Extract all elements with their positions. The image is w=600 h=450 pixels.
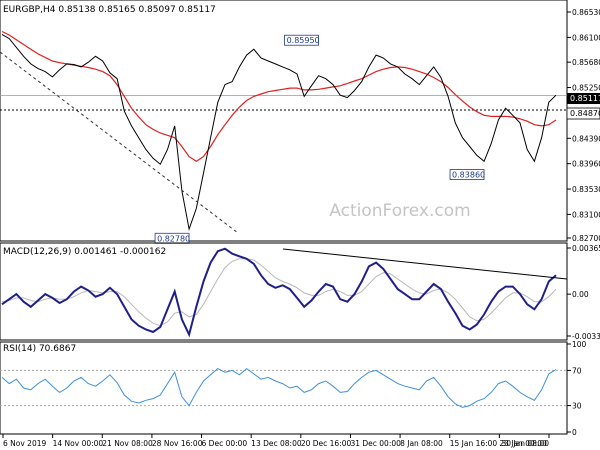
time-axis-tick-label: 8 Jan 08:00 [400,439,443,448]
price-axis-tick-label: 0.86530 [572,8,600,17]
time-axis-tick-label: 14 Nov 00:00 [53,439,104,448]
price-axis-tick-label: 0.83100 [572,210,600,219]
macd-axis-tick-label: 0.00 [572,290,589,299]
rsi-axis-tick-label: 100 [572,340,587,349]
price-axis-tick-label: 0.85250 [572,84,600,93]
price-axis-tick-label: 0.86100 [572,33,600,42]
price-axis-tick-label: 0.84390 [572,134,600,143]
price-axis-tick-label: 0.82700 [572,234,600,243]
time-axis-tick-label: 20 Dec 16:00 [301,439,352,448]
time-axis-tick-label: 13 Dec 08:00 [251,439,302,448]
price-annotation-label: 0.83860 [452,171,485,180]
price-axis-tick-label: 0.83960 [572,160,600,169]
price-title: EURGBP,H4 0.85138 0.85165 0.85097 0.8511… [3,5,216,15]
price-axis-tick-label: 0.83530 [572,185,600,194]
current-price-label: 0.85117 [570,94,600,103]
price-axis-tick-label: 0.85680 [572,58,600,67]
chart: EURGBP,H4 0.85138 0.85165 0.85097 0.8511… [0,0,600,450]
rsi-axis-tick-label: 0 [572,428,577,437]
rsi-axis-tick-label: 30 [572,402,582,411]
macd-axis-tick-label: 0.003654 [572,244,600,253]
time-axis-tick-label: 21 Nov 08:00 [102,439,153,448]
time-axis-tick-label: 31 Dec 00:00 [350,439,401,448]
watermark-text: ActionForex.com [329,201,470,221]
time-axis-tick-label: 6 Nov 2019 [3,439,46,448]
macd-title: MACD(12,26,9) 0.001461 -0.000162 [3,247,166,257]
time-axis-tick-label: 15 Jan 16:00 [450,439,498,448]
time-axis-tick-label: 6 Dec 00:00 [202,439,248,448]
price-annotation-label: 0.85950 [287,36,320,45]
reference-level-label: 0.84870 [570,109,600,118]
price-annotation-label: 0.82780 [157,234,190,243]
time-axis-tick-label: 30 Jan 08:00 [502,439,550,448]
time-axis-tick-label: 28 Nov 16:00 [152,439,203,448]
rsi-axis-tick-label: 70 [572,366,582,375]
rsi-title: RSI(14) 70.6867 [3,344,76,354]
